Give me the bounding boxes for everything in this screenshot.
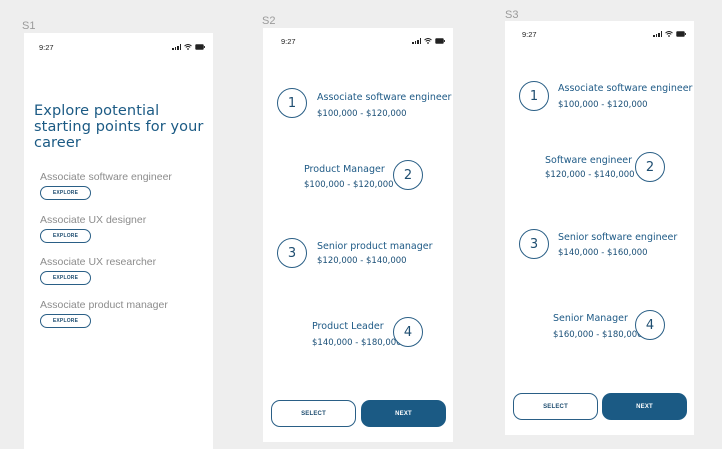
page-title: Explore potential starting points for yo… [34, 103, 204, 151]
design-canvas: S1 S2 S3 9:27 Explore potential starting… [0, 0, 722, 449]
role-title[interactable]: Product Manager [304, 164, 385, 175]
signal-icon [172, 44, 181, 50]
explore-button[interactable]: EXPLORE [40, 271, 91, 285]
step-number-4[interactable]: 4 [393, 317, 423, 347]
signal-icon [653, 31, 662, 37]
screen-s2: 9:27 1 Associate software engineer $100,… [263, 28, 453, 442]
battery-icon [435, 38, 445, 44]
select-button[interactable]: SELECT [271, 400, 356, 427]
role-title[interactable]: Product Leader [312, 321, 384, 332]
role-salary: $100,000 - $120,000 [558, 100, 648, 110]
explore-button[interactable]: EXPLORE [40, 314, 91, 328]
explore-button[interactable]: EXPLORE [40, 186, 91, 200]
role-salary: $160,000 - $180,000 [553, 330, 643, 340]
career-option-label: Associate UX designer [40, 214, 147, 226]
status-icons [172, 44, 205, 50]
battery-icon [195, 44, 205, 50]
role-title[interactable]: Senior product manager [317, 241, 433, 252]
step-number-3[interactable]: 3 [277, 238, 307, 268]
role-title[interactable]: Senior Manager [553, 313, 628, 324]
frame-label-s1: S1 [22, 20, 36, 32]
step-number-2[interactable]: 2 [393, 160, 423, 190]
battery-icon [676, 31, 686, 37]
career-option: Associate UX researcher EXPLORE [40, 256, 156, 285]
role-title[interactable]: Associate software engineer [558, 83, 692, 94]
role-salary: $100,000 - $120,000 [317, 109, 407, 119]
role-salary: $120,000 - $140,000 [545, 170, 635, 180]
role-title[interactable]: Software engineer [545, 155, 632, 166]
career-option-label: Associate product manager [40, 299, 168, 311]
status-time: 9:27 [522, 30, 537, 39]
step-number-3[interactable]: 3 [519, 229, 549, 259]
status-time: 9:27 [281, 37, 296, 46]
career-option-label: Associate software engineer [40, 171, 172, 183]
step-number-1[interactable]: 1 [277, 88, 307, 118]
wifi-icon [665, 31, 673, 37]
career-option: Associate software engineer EXPLORE [40, 171, 172, 200]
next-button[interactable]: NEXT [602, 393, 687, 420]
frame-label-s3: S3 [505, 9, 519, 21]
screen-s3: 9:27 1 Associate software engineer $100,… [505, 21, 694, 435]
step-number-1[interactable]: 1 [519, 81, 549, 111]
signal-icon [412, 38, 421, 44]
status-icons [412, 38, 445, 44]
next-button[interactable]: NEXT [361, 400, 446, 427]
frame-label-s2: S2 [262, 15, 276, 27]
wifi-icon [184, 44, 192, 50]
step-number-2[interactable]: 2 [635, 152, 665, 182]
wifi-icon [424, 38, 432, 44]
role-salary: $140,000 - $180,000 [312, 338, 402, 348]
role-title[interactable]: Senior software engineer [558, 232, 677, 243]
role-salary: $100,000 - $120,000 [304, 180, 394, 190]
career-option: Associate product manager EXPLORE [40, 299, 168, 328]
explore-button[interactable]: EXPLORE [40, 229, 91, 243]
career-option: Associate UX designer EXPLORE [40, 214, 146, 243]
role-salary: $140,000 - $160,000 [558, 248, 648, 258]
status-icons [653, 31, 686, 37]
role-title[interactable]: Associate software engineer [317, 92, 451, 103]
step-number-4[interactable]: 4 [635, 310, 665, 340]
role-salary: $120,000 - $140,000 [317, 256, 407, 266]
select-button[interactable]: SELECT [513, 393, 598, 420]
status-time: 9:27 [39, 43, 54, 52]
screen-s1: 9:27 Explore potential starting points f… [24, 33, 213, 449]
career-option-label: Associate UX researcher [40, 256, 157, 268]
